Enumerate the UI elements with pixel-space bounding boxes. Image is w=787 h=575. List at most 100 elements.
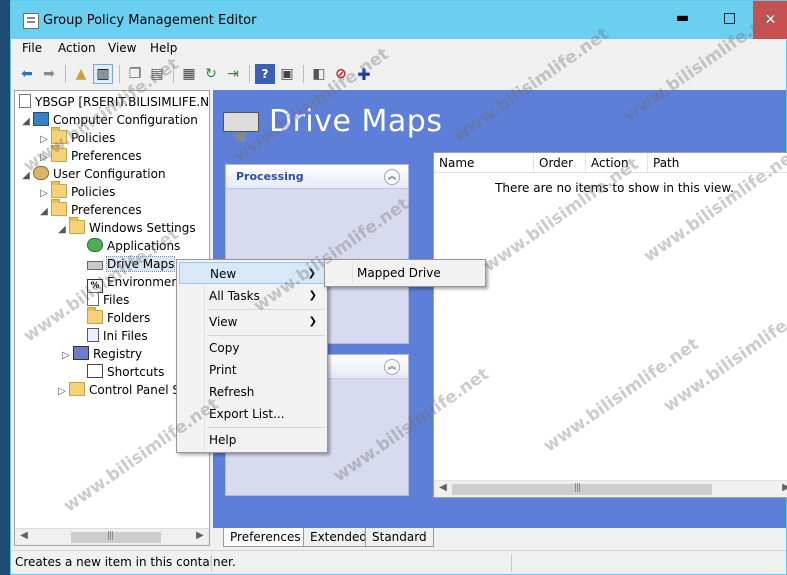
folder-icon — [51, 181, 67, 198]
new-submenu: Mapped Drive — [324, 259, 486, 287]
toolbar-separator — [65, 65, 66, 83]
add-icon[interactable]: ✚ — [354, 64, 374, 84]
tree-item-registry[interactable]: ▷ Registry — [62, 345, 142, 363]
delete-icon[interactable]: ⊘ — [331, 64, 351, 84]
column-name[interactable]: Name — [434, 153, 534, 173]
files-icon — [87, 292, 99, 306]
toolbar-separator — [173, 65, 174, 83]
print-icon[interactable]: ▦ — [179, 64, 199, 84]
menu-view[interactable]: View — [108, 41, 136, 55]
list-horizontal-scrollbar[interactable]: ◀ ||| ▶ — [434, 480, 787, 497]
empty-message: There are no items to show in this view. — [495, 181, 734, 195]
up-folder-icon[interactable]: ▲ — [71, 64, 91, 84]
folder-icon — [51, 145, 67, 162]
tree-item-user-policies[interactable]: ▷ Policies — [37, 181, 115, 201]
menu-item-view[interactable]: View ❯ — [179, 311, 325, 333]
tree-item-applications[interactable]: Applications — [73, 237, 180, 255]
paste-icon[interactable]: ▤ — [147, 64, 167, 84]
tree-item-shortcuts[interactable]: Shortcuts — [73, 363, 164, 381]
collapse-up-icon[interactable]: ︽ — [384, 169, 400, 185]
tab-standard[interactable]: Standard — [365, 528, 434, 547]
scroll-right-icon[interactable]: ▶ — [193, 530, 207, 541]
tree-item-control-panel-settings[interactable]: ▷ Control Panel S — [55, 381, 180, 399]
tree-item-drive-maps[interactable]: Drive Maps — [73, 255, 176, 273]
tree-item-windows-settings[interactable]: ◢ Windows Settings — [55, 217, 196, 239]
submenu-arrow-icon: ❯ — [308, 316, 317, 327]
refresh-icon[interactable]: ↻ — [201, 64, 221, 84]
scrollbar-thumb[interactable] — [452, 484, 712, 495]
menu-item-print[interactable]: Print — [179, 359, 325, 381]
toolbar: ⬅ ➡ ▲ ▥ ❐ ▤ ▦ ↻ ⇥ ? ▣ ◧ ⊘ ✚ — [11, 59, 786, 89]
back-icon[interactable]: ⬅ — [17, 64, 37, 84]
status-bar: Creates a new item in this container. — [11, 550, 786, 574]
submenu-arrow-icon: ❯ — [308, 290, 317, 301]
column-order[interactable]: Order — [534, 153, 586, 173]
title-bar[interactable]: Group Policy Management Editor ▬ □ ✕ — [11, 1, 787, 39]
tree-item-files[interactable]: Files — [73, 291, 129, 309]
collapse-arrow-icon[interactable]: ◢ — [37, 203, 51, 221]
gpme-window: Group Policy Management Editor ▬ □ ✕ Fil… — [10, 0, 787, 575]
copy-icon[interactable]: ❐ — [125, 64, 145, 84]
tree-item-ini-files[interactable]: Ini Files — [73, 327, 148, 345]
tree-item-preferences[interactable]: ▷ Preferences — [37, 145, 142, 165]
close-button[interactable]: ✕ — [753, 1, 787, 39]
expand-arrow-icon[interactable]: ▷ — [59, 347, 73, 365]
expand-arrow-icon[interactable]: ▷ — [55, 383, 69, 401]
status-text: Creates a new item in this container. — [15, 555, 236, 569]
collapse-up-icon[interactable]: ︽ — [384, 359, 400, 375]
tree-item-environment[interactable]: % Environmen — [73, 273, 179, 293]
menu-file[interactable]: File — [22, 41, 42, 55]
item-icon[interactable]: ◧ — [309, 64, 329, 84]
menu-action[interactable]: Action — [58, 41, 96, 55]
show-hide-tree-icon[interactable]: ▥ — [93, 64, 113, 84]
processing-header: Processing — [226, 165, 408, 189]
menu-help[interactable]: Help — [150, 41, 177, 55]
menu-item-new[interactable]: New ❯ — [179, 262, 325, 284]
tree-item-policies[interactable]: ▷ Policies — [37, 127, 115, 147]
collapse-arrow-icon[interactable]: ◢ — [19, 167, 33, 185]
tree-item-user-configuration[interactable]: ◢ User Configuration — [19, 165, 166, 183]
tree-item-computer-configuration[interactable]: ◢ Computer Configuration — [19, 111, 198, 129]
scroll-left-icon[interactable]: ◀ — [436, 482, 450, 493]
column-path[interactable]: Path — [648, 153, 787, 173]
help-icon[interactable]: ? — [255, 64, 275, 84]
tab-preferences[interactable]: Preferences — [223, 528, 308, 547]
forward-icon[interactable]: ➡ — [39, 64, 59, 84]
folder-icon — [69, 382, 85, 396]
toolbar-separator — [119, 65, 120, 83]
scroll-right-icon[interactable]: ▶ — [779, 482, 787, 493]
collapse-arrow-icon[interactable]: ◢ — [55, 221, 69, 239]
items-list-view[interactable]: Name Order Action Path There are no item… — [433, 152, 787, 498]
grip-icon: ||| — [574, 483, 581, 493]
grip-icon: ||| — [107, 531, 114, 541]
desktop-left-edge — [0, 0, 10, 575]
maximize-button[interactable]: □ — [707, 4, 752, 32]
export-icon[interactable]: ⇥ — [223, 64, 243, 84]
collapse-arrow-icon[interactable]: ◢ — [19, 113, 33, 131]
tree-item-folders[interactable]: Folders — [73, 307, 150, 327]
tree-root[interactable]: YBSGP [RSERIT.BILISIMLIFE.NET — [19, 93, 209, 111]
window-title: Group Policy Management Editor — [43, 13, 257, 28]
tab-extended[interactable]: Extended — [303, 528, 374, 547]
column-action[interactable]: Action — [586, 153, 648, 173]
tree-horizontal-scrollbar[interactable]: ◀ ||| ▶ — [15, 528, 209, 545]
scroll-left-icon[interactable]: ◀ — [17, 530, 31, 541]
computer-icon — [33, 112, 49, 126]
menu-item-refresh[interactable]: Refresh — [179, 381, 325, 403]
tree-item-user-preferences[interactable]: ◢ Preferences — [37, 199, 142, 221]
shortcut-icon — [87, 364, 103, 378]
menu-separator — [207, 309, 325, 310]
scrollbar-thumb[interactable] — [71, 532, 161, 543]
minimize-button[interactable]: ▬ — [660, 4, 705, 32]
menu-item-mapped-drive[interactable]: Mapped Drive — [327, 262, 483, 284]
properties-icon[interactable]: ▣ — [277, 64, 297, 84]
applications-icon — [87, 238, 103, 252]
drive-maps-icon — [223, 112, 259, 141]
menu-item-help[interactable]: Help — [179, 429, 325, 451]
menu-item-all-tasks[interactable]: All Tasks ❯ — [179, 285, 325, 307]
context-menu: New ❯ All Tasks ❯ View ❯ Copy Print Refresh… — [176, 259, 328, 453]
ini-file-icon — [87, 328, 99, 342]
menu-item-copy[interactable]: Copy — [179, 337, 325, 359]
menu-item-export-list[interactable]: Export List... — [179, 403, 325, 425]
policy-icon — [19, 94, 31, 108]
